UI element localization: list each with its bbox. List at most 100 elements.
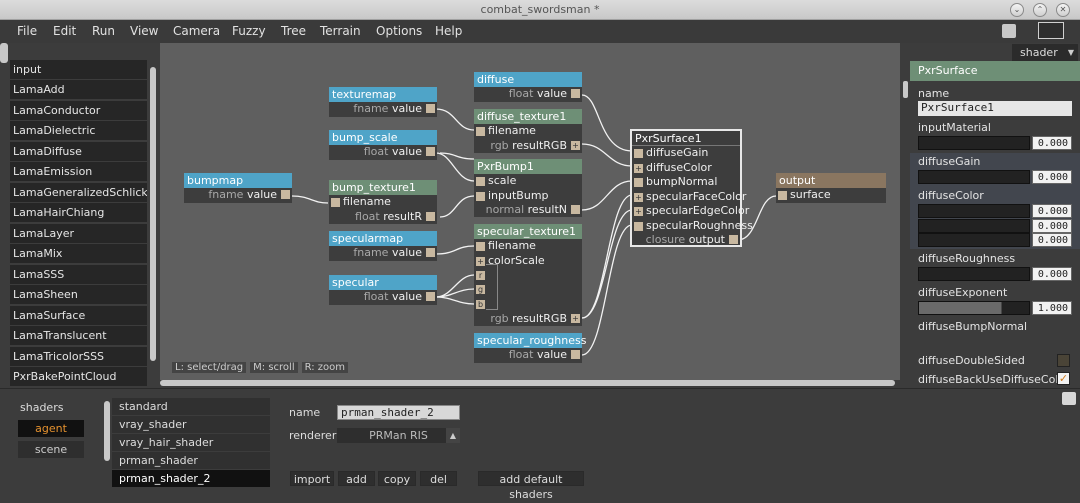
input-expand-icon[interactable]: + [634, 207, 643, 216]
node-specular-roughness[interactable]: specular_roughness float value [474, 333, 586, 363]
menu-tree[interactable]: Tree [281, 24, 306, 38]
node-name-input[interactable]: PxrSurface1 [918, 101, 1072, 116]
node-specularmap[interactable]: specularmap fname value [329, 231, 437, 261]
diffuse-color-g-slider[interactable] [918, 219, 1030, 233]
diffuse-gain-slider[interactable] [918, 170, 1030, 184]
list-item[interactable]: LamaLayer [10, 224, 147, 243]
shader-list-scrollbar[interactable] [104, 401, 110, 461]
list-item[interactable]: LamaAdd [10, 80, 147, 99]
toolbar-layout-button[interactable] [1038, 22, 1064, 39]
diffuse-exponent-value[interactable]: 1.000 [1032, 301, 1072, 315]
input-socket[interactable] [634, 178, 643, 187]
output-socket[interactable] [426, 292, 435, 301]
input-socket[interactable] [331, 198, 340, 207]
list-item[interactable]: PxrBakePointCloud [10, 367, 147, 386]
add-default-shaders-button[interactable]: add default shaders [478, 471, 584, 501]
delete-button[interactable]: del [420, 471, 457, 486]
node-texturemap[interactable]: texturemap fname value [329, 87, 437, 117]
scene-tab[interactable]: scene [18, 441, 84, 458]
node-pxrsurface1[interactable]: PxrSurface1 diffuseGain + diffuseColor b… [630, 129, 753, 247]
menu-help[interactable]: Help [435, 24, 462, 38]
diffuse-exponent-slider[interactable] [918, 301, 1030, 315]
node-graph-canvas[interactable]: texturemap fname value bump_scale float … [160, 43, 900, 380]
list-item[interactable]: LamaEmission [10, 162, 147, 181]
node-bump-scale[interactable]: bump_scale float value [329, 130, 437, 160]
lock-icon[interactable] [1062, 392, 1076, 405]
node-diffuse[interactable]: diffuse float value [474, 72, 582, 102]
input-socket[interactable] [476, 127, 485, 136]
diffuse-back-use-checkbox[interactable]: ✓ [1057, 372, 1070, 385]
input-r-socket[interactable]: r [476, 271, 485, 280]
input-expand-icon[interactable]: + [634, 193, 643, 202]
diffuse-color-r-value[interactable]: 0.000 [1032, 204, 1072, 218]
renderer-select[interactable]: PRMan RIS ▲ [337, 428, 460, 443]
add-button[interactable]: add [338, 471, 375, 486]
diffuse-color-r-slider[interactable] [918, 204, 1030, 218]
node-specular-texture1[interactable]: specular_texture1 filename + colorScale … [474, 224, 582, 326]
input-socket[interactable] [634, 222, 643, 231]
node-specular[interactable]: specular float value [329, 275, 437, 305]
list-item[interactable]: LamaDielectric [10, 121, 147, 140]
diffuse-roughness-value[interactable]: 0.000 [1032, 267, 1072, 281]
input-socket[interactable] [634, 149, 643, 158]
diffuse-color-b-value[interactable]: 0.000 [1032, 233, 1072, 247]
input-socket[interactable] [476, 242, 485, 251]
copy-button[interactable]: copy [378, 471, 416, 486]
output-socket[interactable] [426, 212, 435, 221]
node-list-scroll-handle[interactable] [0, 43, 8, 63]
node-pxrbump1[interactable]: PxrBump1 scale inputBump normal resultN [474, 159, 582, 217]
node-diffuse-texture1[interactable]: diffuse_texture1 filename rgb resultRGB … [474, 109, 582, 153]
node-bump-texture1[interactable]: bump_texture1 filename float resultR [329, 180, 437, 224]
list-item[interactable]: LamaMix [10, 244, 147, 263]
list-item[interactable]: input [10, 60, 147, 79]
output-socket[interactable] [426, 248, 435, 257]
list-item[interactable]: LamaSheen [10, 285, 147, 304]
output-socket[interactable] [426, 147, 435, 156]
menu-edit[interactable]: Edit [53, 24, 76, 38]
list-item[interactable]: vray_hair_shader [112, 434, 270, 451]
list-item[interactable]: vray_shader [112, 416, 270, 433]
diffuse-gain-value[interactable]: 0.000 [1032, 170, 1072, 184]
menu-fuzzy[interactable]: Fuzzy [232, 24, 266, 38]
list-item[interactable]: LamaHairChiang [10, 203, 147, 222]
input-expand-icon[interactable]: + [476, 257, 485, 266]
list-item[interactable]: LamaTranslucent [10, 326, 147, 345]
menu-file[interactable]: File [17, 24, 37, 38]
input-material-value[interactable]: 0.000 [1032, 136, 1072, 150]
input-socket[interactable] [476, 192, 485, 201]
node-output[interactable]: output surface [776, 173, 886, 203]
toolbar-square-button[interactable] [1002, 24, 1016, 38]
list-item[interactable]: LamaSSS [10, 265, 147, 284]
properties-scrollbar[interactable] [903, 81, 908, 98]
list-item[interactable]: LamaSurface [10, 306, 147, 325]
graph-scroll-handle[interactable] [160, 380, 895, 386]
list-item[interactable]: LamaGeneralizedSchlick [10, 183, 147, 202]
input-socket[interactable] [476, 177, 485, 186]
output-socket[interactable] [571, 89, 580, 98]
input-b-socket[interactable]: b [476, 300, 485, 309]
output-socket[interactable] [426, 104, 435, 113]
menu-options[interactable]: Options [376, 24, 422, 38]
input-socket[interactable] [778, 191, 787, 200]
list-item[interactable]: LamaDiffuse [10, 142, 147, 161]
graph-horizontal-scrollbar[interactable] [160, 380, 900, 386]
output-socket[interactable] [571, 205, 580, 214]
menu-camera[interactable]: Camera [173, 24, 220, 38]
list-item[interactable]: LamaTricolorSSS [10, 347, 147, 366]
input-material-slider[interactable] [918, 136, 1030, 150]
diffuse-color-g-value[interactable]: 0.000 [1032, 219, 1072, 233]
diffuse-color-b-slider[interactable] [918, 233, 1030, 247]
minimize-icon[interactable]: ⌄ [1010, 3, 1024, 17]
menu-terrain[interactable]: Terrain [320, 24, 361, 38]
node-bumpmap[interactable]: bumpmap fname value [184, 173, 292, 203]
node-list-scrollbar[interactable] [150, 67, 156, 361]
agent-tab[interactable]: agent [18, 420, 84, 437]
output-expand-icon[interactable]: + [571, 314, 580, 323]
menu-view[interactable]: View [130, 24, 158, 38]
import-button[interactable]: import [290, 471, 334, 486]
output-socket[interactable] [571, 350, 580, 359]
output-expand-icon[interactable]: + [571, 141, 580, 150]
shader-type-select[interactable]: shader ▼ [1012, 44, 1078, 61]
list-item[interactable]: standard [112, 398, 270, 415]
menu-run[interactable]: Run [92, 24, 115, 38]
